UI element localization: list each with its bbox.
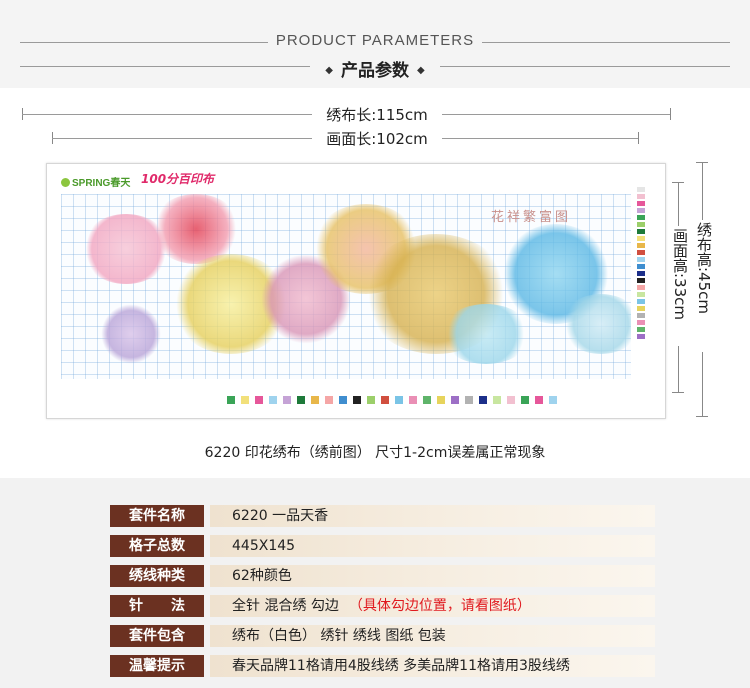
spec-value-text: 445X145 bbox=[232, 538, 296, 554]
dim-tick bbox=[696, 416, 708, 417]
spec-value: 绣布（白色） 绣针 绣线 图纸 包装 bbox=[210, 625, 655, 647]
image-height-label: 画面高:33cm bbox=[671, 228, 689, 320]
cloth-height-line-bottom bbox=[702, 352, 703, 416]
spring-logo: SPRING春天 bbox=[61, 174, 130, 189]
dim-tick bbox=[672, 392, 684, 393]
spec-label: 温馨提示 bbox=[110, 655, 204, 677]
spec-value-text: 绣布（白色） 绣针 绣线 图纸 包装 bbox=[232, 628, 446, 644]
dim-tick bbox=[670, 108, 671, 120]
thread-swatch-row bbox=[227, 389, 632, 404]
cross-stitch-grid: 花祥繁富图 bbox=[61, 194, 631, 379]
spec-label: 套件包含 bbox=[110, 625, 204, 647]
image-length-line-left bbox=[52, 138, 312, 139]
pattern-preview: SPRING春天 100分百印布 花祥繁富图 bbox=[46, 163, 666, 419]
diamond-icon: ◆ bbox=[325, 65, 333, 76]
peony-flower bbox=[561, 294, 631, 354]
image-height-line-bottom bbox=[678, 346, 679, 392]
brand-logo: 100分百印布 bbox=[141, 172, 215, 186]
spec-row: 温馨提示 春天品牌11格请用4股线绣 多美品牌11格请用3股线绣 bbox=[110, 653, 655, 683]
spec-label: 针 法 bbox=[110, 595, 204, 617]
section-title-cn-text: 产品参数 bbox=[341, 61, 409, 81]
cloth-length-label: 绣布长:115cm bbox=[326, 106, 428, 124]
spec-value-text: 全针 混合绣 勾边 bbox=[232, 598, 339, 614]
spec-label: 套件名称 bbox=[110, 505, 204, 527]
spring-logo-text: SPRING春天 bbox=[72, 178, 131, 189]
spec-row: 绣线种类 62种颜色 bbox=[110, 563, 655, 593]
spec-row: 套件名称 6220 一品天香 bbox=[110, 503, 655, 533]
spec-label: 绣线种类 bbox=[110, 565, 204, 587]
thread-legend bbox=[637, 186, 657, 391]
cloth-height-label: 绣布高:45cm bbox=[695, 222, 713, 314]
diamond-icon: ◆ bbox=[417, 65, 425, 76]
spec-label: 格子总数 bbox=[110, 535, 204, 557]
spec-value: 全针 混合绣 勾边 （具体勾边位置，请看图纸） bbox=[210, 595, 655, 617]
spec-note: （具体勾边位置，请看图纸） bbox=[348, 598, 531, 614]
spec-value-text: 6220 一品天香 bbox=[232, 508, 329, 524]
cloth-length-line-left bbox=[22, 114, 312, 115]
spec-row: 针 法 全针 混合绣 勾边 （具体勾边位置，请看图纸） bbox=[110, 593, 655, 623]
image-length-line-right bbox=[442, 138, 638, 139]
dim-tick bbox=[638, 132, 639, 144]
peony-flower bbox=[441, 304, 531, 364]
section-title-cn: ◆ 产品参数 ◆ bbox=[0, 56, 750, 81]
spec-value: 6220 一品天香 bbox=[210, 505, 655, 527]
peony-flower bbox=[101, 304, 161, 364]
pattern-caption: 6220 印花绣布（绣前图） 尺寸1-2cm误差属正常现象 bbox=[204, 445, 546, 461]
spec-table: 套件名称 6220 一品天香 格子总数 445X145 绣线种类 62种颜色 针… bbox=[110, 503, 655, 683]
image-length-label: 画面长:102cm bbox=[326, 130, 428, 148]
image-height-line-top bbox=[678, 182, 679, 226]
spec-value-text: 62种颜色 bbox=[232, 568, 292, 584]
cloth-height-line-top bbox=[702, 162, 703, 220]
cloth-length-line-right bbox=[442, 114, 670, 115]
seal-text: 花祥繁富图 bbox=[491, 210, 572, 225]
spec-value-text: 春天品牌11格请用4股线绣 多美品牌11格请用3股线绣 bbox=[232, 658, 570, 674]
section-title-en: PRODUCT PARAMETERS bbox=[275, 32, 475, 49]
spec-row: 格子总数 445X145 bbox=[110, 533, 655, 563]
spec-value: 62种颜色 bbox=[210, 565, 655, 587]
spec-row: 套件包含 绣布（白色） 绣针 绣线 图纸 包装 bbox=[110, 623, 655, 653]
spec-value: 春天品牌11格请用4股线绣 多美品牌11格请用3股线绣 bbox=[210, 655, 655, 677]
leaf-icon bbox=[61, 178, 70, 187]
spec-value: 445X145 bbox=[210, 535, 655, 557]
